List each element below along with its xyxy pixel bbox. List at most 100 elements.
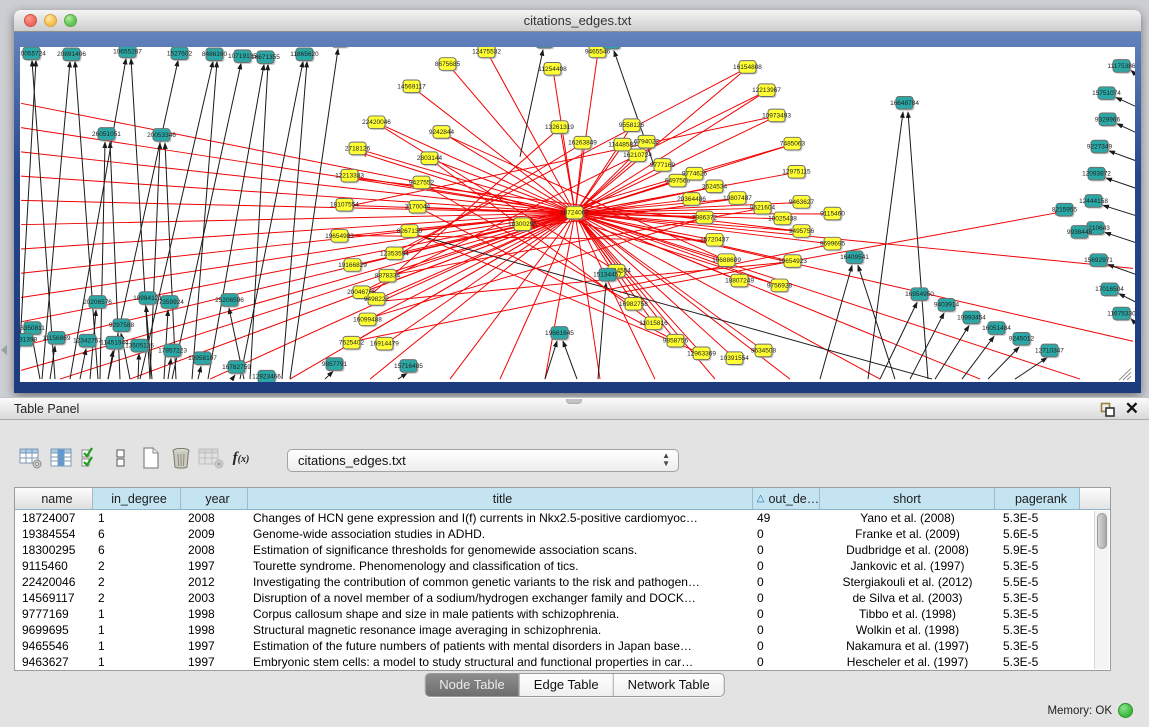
graph-edge[interactable] — [282, 62, 307, 380]
table-cell[interactable]: Changes of HCN gene expression and I(f) … — [248, 510, 753, 526]
graph-node[interactable]: 9495756 — [789, 225, 815, 239]
graph-node[interactable]: 11865620 — [290, 48, 319, 62]
graph-edge[interactable] — [232, 375, 235, 379]
graph-edge[interactable] — [168, 359, 171, 379]
graph-edge[interactable] — [21, 213, 575, 297]
select-all-columns-button[interactable] — [76, 444, 106, 472]
close-panel-icon[interactable]: ✕ — [1125, 400, 1139, 418]
graph-edge[interactable] — [1116, 97, 1135, 111]
graph-edge[interactable] — [140, 62, 213, 380]
graph-node[interactable]: 19661645 — [545, 327, 574, 341]
graph-node[interactable]: 12093872 — [1082, 167, 1111, 181]
graph-edge[interactable] — [1103, 205, 1135, 219]
table-cell[interactable]: 5.9E-5 — [995, 542, 1080, 558]
table-cell[interactable]: Franke et al. (2009) — [820, 526, 995, 542]
table-cell[interactable]: 5.3E-5 — [995, 558, 1080, 574]
table-cell[interactable]: 1997 — [181, 638, 248, 654]
graph-edge[interactable] — [908, 112, 928, 379]
graph-node[interactable]: 9498222 — [364, 293, 390, 307]
table-row[interactable]: 2242004622012Investigating the contribut… — [15, 574, 1110, 590]
graph-node[interactable]: 9227349 — [1087, 140, 1113, 154]
graph-node[interactable]: 7485063 — [780, 137, 806, 151]
table-cell[interactable]: Structural magnetic resonance image aver… — [248, 622, 753, 638]
table-cell[interactable]: 18300295 — [15, 542, 93, 558]
collapse-panel-handle-icon[interactable] — [1, 345, 7, 355]
network-graph[interactable]: 9242844280314494275523170044826713012353… — [20, 47, 1135, 382]
graph-edge[interactable] — [962, 336, 994, 379]
graph-node[interactable]: 9634508 — [751, 344, 777, 358]
graph-edge[interactable] — [1109, 151, 1135, 165]
graph-node[interactable]: 8215955 — [1052, 203, 1078, 217]
table-chooser-select[interactable]: citations_edges.txt ▲▼ — [287, 449, 679, 472]
delete-column-button[interactable] — [166, 444, 196, 472]
graph-node[interactable]: 12475532 — [472, 47, 501, 59]
graph-node[interactable]: 9857791 — [322, 358, 348, 372]
graph-node[interactable]: 11175386 — [1108, 60, 1135, 74]
graph-edge[interactable] — [290, 49, 338, 379]
graph-edge[interactable] — [420, 208, 676, 341]
table-mode-button[interactable] — [16, 444, 46, 472]
table-panel-titlebar[interactable]: Table Panel ✕ — [0, 397, 1149, 420]
graph-node[interactable]: 20055724 — [20, 47, 46, 61]
graph-node[interactable]: 8675685 — [435, 58, 461, 72]
table-cell[interactable]: Estimation of significance thresholds fo… — [248, 542, 753, 558]
tab-network-table[interactable]: Network Table — [614, 674, 724, 696]
table-cell[interactable]: 19384554 — [15, 526, 93, 542]
table-cell[interactable]: Tibbo et al. (1998) — [820, 606, 995, 622]
graph-node[interactable]: 11254408 — [538, 63, 567, 77]
table-cell[interactable]: 0 — [753, 654, 820, 670]
table-cell[interactable]: 9465546 — [15, 638, 93, 654]
graph-node[interactable]: 16051484 — [982, 322, 1011, 336]
table-cell[interactable]: 0 — [753, 558, 820, 574]
table-cell[interactable]: 5.3E-5 — [995, 654, 1080, 670]
table-row[interactable]: 1456911722003Disruption of a novel membe… — [15, 590, 1110, 606]
graph-edge[interactable] — [250, 64, 268, 379]
graph-node[interactable]: 3624534 — [702, 180, 728, 194]
table-cell[interactable]: Dudbridge et al. (2008) — [820, 542, 995, 558]
table-row[interactable]: 911546021997Tourette syndrome. Phenomeno… — [15, 558, 1110, 574]
table-cell[interactable]: 2 — [93, 574, 181, 590]
graph-edge[interactable] — [1105, 232, 1135, 246]
table-cell[interactable]: 0 — [753, 606, 820, 622]
panel-drag-nub[interactable] — [566, 399, 582, 404]
graph-node[interactable]: 20364486 — [677, 193, 706, 207]
table-cell[interactable]: 9699695 — [15, 622, 93, 638]
graph-node[interactable]: 12923466 — [252, 370, 281, 382]
table-cell[interactable]: 14569117 — [15, 590, 93, 606]
column-header-title[interactable]: title — [248, 488, 753, 509]
table-cell[interactable]: 6 — [93, 526, 181, 542]
graph-node[interactable]: 10655287 — [113, 47, 142, 59]
table-cell[interactable]: 22420046 — [15, 574, 93, 590]
table-cell[interactable]: 0 — [753, 638, 820, 654]
table-cell[interactable]: 1 — [93, 638, 181, 654]
table-cell[interactable]: 9115460 — [15, 558, 93, 574]
graph-node[interactable]: 2718126 — [345, 142, 371, 156]
new-column-button[interactable] — [136, 444, 166, 472]
graph-node[interactable]: 15716485 — [394, 360, 423, 374]
column-header-pagerank[interactable]: pagerank — [995, 488, 1080, 509]
table-row[interactable]: 946362711997Embryonic stem cells: a mode… — [15, 654, 1110, 670]
resize-grip-icon[interactable] — [1119, 368, 1131, 380]
table-cell[interactable]: 1 — [93, 606, 181, 622]
graph-node[interactable]: 15720437 — [700, 233, 729, 247]
window-titlebar[interactable]: citations_edges.txt — [14, 10, 1141, 32]
graph-node[interactable]: 2803144 — [417, 152, 443, 166]
graph-node[interactable]: 9329966 — [1095, 113, 1121, 127]
table-cell[interactable]: 0 — [753, 574, 820, 590]
table-cell[interactable]: Nakamura et al. (1997) — [820, 638, 995, 654]
table-cell[interactable]: 1997 — [181, 558, 248, 574]
graph-edge[interactable] — [325, 371, 333, 379]
graph-edge[interactable] — [988, 347, 1019, 379]
graph-node[interactable]: 9115460 — [820, 207, 845, 221]
table-cell[interactable]: 2008 — [181, 510, 248, 526]
graph-edge[interactable] — [1106, 178, 1135, 192]
table-cell[interactable]: Jankovic et al. (1997) — [820, 558, 995, 574]
graph-edge[interactable] — [108, 351, 113, 379]
table-cell[interactable]: 2008 — [181, 542, 248, 558]
network-canvas[interactable]: 9242844280314494275523170044826713012353… — [20, 47, 1135, 382]
graph-node[interactable]: 20206576 — [83, 296, 112, 310]
table-cell[interactable]: 0 — [753, 590, 820, 606]
graph-node[interactable]: 25206596 — [215, 294, 244, 308]
table-cell[interactable]: 1998 — [181, 622, 248, 638]
graph-node[interactable]: 9756928 — [767, 279, 793, 293]
